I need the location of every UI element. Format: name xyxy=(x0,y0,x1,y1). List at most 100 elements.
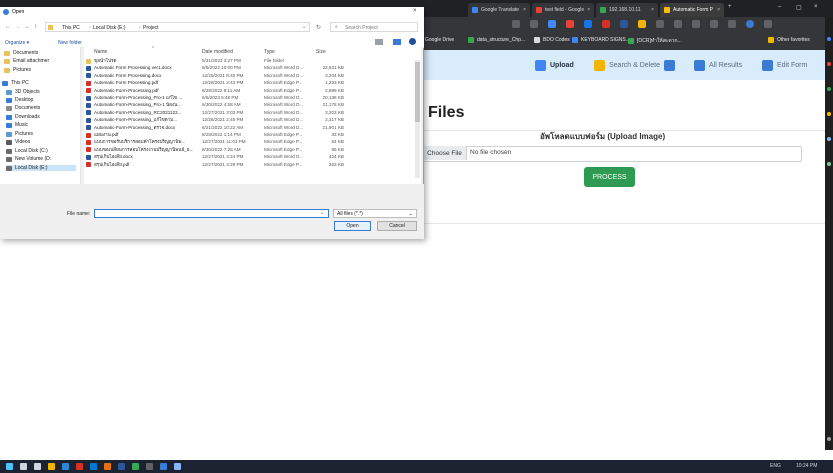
organize-button[interactable]: Organize ▾ xyxy=(5,40,29,46)
file-row[interactable]: Automatic-Form-Processing_Pro-1 แก้ไข ..… xyxy=(86,95,376,102)
scrollbar-thumb[interactable] xyxy=(415,62,420,122)
column-header-date[interactable]: Date modified xyxy=(202,49,233,55)
app-icon[interactable] xyxy=(146,463,153,470)
sidebar-toggle-icon[interactable] xyxy=(728,20,736,28)
dialog-close-icon[interactable]: × xyxy=(413,8,417,14)
open-button[interactable]: Open xyxy=(334,221,371,231)
file-row[interactable]: สรุปเก็บไอเดีย.docx 12/27/2021 3:24 PM Mic… xyxy=(86,154,376,161)
edge-icon[interactable] xyxy=(62,463,69,470)
nav-pane-item[interactable]: New Volume (D: xyxy=(6,156,51,162)
nav-pane-item[interactable]: Desktop xyxy=(6,97,33,103)
help-icon[interactable] xyxy=(409,38,416,45)
file-row[interactable]: Automatic-Form-Processing_แก้ไขตาม... 12/… xyxy=(86,117,376,124)
settings-icon[interactable] xyxy=(827,437,831,441)
file-row[interactable]: แบบการขอรับบริการสอบค้าโครงปริญญานิพ... 1… xyxy=(86,139,376,146)
file-row[interactable]: Automatic-Form-Processing.pdf 8/28/2022 8… xyxy=(86,88,376,95)
close-icon[interactable]: × xyxy=(648,7,654,13)
sidebar-app-icon[interactable] xyxy=(827,137,831,141)
close-icon[interactable]: × xyxy=(714,7,720,13)
choose-file-button[interactable]: Choose File xyxy=(423,146,467,160)
refresh-icon[interactable] xyxy=(656,20,664,28)
new-folder-button[interactable]: New folder xyxy=(58,40,82,46)
breadcrumb-this-pc[interactable]: This PC xyxy=(62,25,80,31)
app-icon[interactable] xyxy=(174,463,181,470)
search-icon[interactable] xyxy=(20,463,27,470)
nav-edit-form[interactable]: Edit Form xyxy=(762,60,807,71)
extension-icon[interactable] xyxy=(638,20,646,28)
clock[interactable]: 10:24 PM xyxy=(796,463,817,469)
column-header-name[interactable]: Name xyxy=(94,49,107,55)
browser-essentials-icon[interactable] xyxy=(710,20,718,28)
nav-pane-item[interactable]: Videos xyxy=(6,139,30,145)
sidebar-app-icon[interactable] xyxy=(827,162,831,166)
extension-icon[interactable] xyxy=(602,20,610,28)
extension-icon[interactable] xyxy=(548,20,556,28)
file-row[interactable]: สรุปเก็บไอเดีย.pdf 12/27/2021 3:29 PM Micr… xyxy=(86,162,376,169)
file-type-filter[interactable]: All files (*.*) ⌄ xyxy=(333,209,417,218)
nav-pane-item[interactable]: Local Disk (C:) xyxy=(6,148,48,154)
extension-icon[interactable] xyxy=(620,20,628,28)
minimize-icon[interactable]: – xyxy=(778,4,781,10)
close-icon[interactable]: × xyxy=(584,7,590,13)
breadcrumb-project[interactable]: Project xyxy=(143,25,159,31)
windows-start-icon[interactable] xyxy=(6,463,13,470)
process-button[interactable]: PROCESS xyxy=(584,167,635,187)
bookmark-bdo-codes[interactable]: BDO Codes xyxy=(534,37,570,43)
nav-pane-item[interactable]: Downloads xyxy=(6,114,40,120)
sidebar-app-icon[interactable] xyxy=(827,87,831,91)
file-row[interactable]: ขุลน้ำโปรด 5/31/2023 3:27 PM File folder xyxy=(86,58,376,65)
nav-pane-item[interactable]: Music xyxy=(6,122,28,128)
address-bar[interactable] xyxy=(45,22,310,32)
file-row[interactable]: Automatic-Form-Processing_ตรวจ.docx 6/21/… xyxy=(86,125,376,132)
file-row[interactable]: แผนงาน.pdf 8/28/2022 1:14 PM Microsoft Edg… xyxy=(86,132,376,139)
maximize-icon[interactable]: ▢ xyxy=(796,4,802,11)
extension-icon[interactable] xyxy=(566,20,574,28)
star-icon[interactable] xyxy=(530,20,538,28)
task-view-icon[interactable] xyxy=(34,463,41,470)
language-indicator[interactable]: ENG xyxy=(770,463,781,469)
file-row[interactable]: แบบขอเปลี่ยนการสอบโครงงานปริญญานิพนธ์_อ.… xyxy=(86,147,376,154)
app-icon[interactable] xyxy=(90,463,97,470)
chevron-down-icon[interactable]: ⌄ xyxy=(302,24,306,30)
bookmark-ocr[interactable]: [OCR]ทำให้สะดวก... xyxy=(628,37,682,45)
view-options-icon[interactable] xyxy=(375,39,383,45)
bookmark-other-favorites[interactable]: Other favorites xyxy=(768,37,810,43)
close-icon[interactable]: × xyxy=(520,7,526,13)
more-options-icon[interactable] xyxy=(764,20,772,28)
forward-arrow-icon[interactable]: → xyxy=(15,24,21,30)
file-row[interactable]: Automatic Form Processing.pdf 12/28/2021 … xyxy=(86,80,376,87)
app-icon[interactable] xyxy=(160,463,167,470)
cancel-button[interactable]: Cancel xyxy=(377,221,417,231)
bookmark-data-structure[interactable]: data_structure_Chp... xyxy=(468,37,525,43)
profile-avatar[interactable] xyxy=(746,20,754,28)
window-close-icon[interactable]: × xyxy=(814,4,818,10)
nav-pane-item[interactable]: Documents xyxy=(4,50,38,56)
favorites-icon[interactable] xyxy=(674,20,682,28)
bookmark-google-drive[interactable]: Google Drive xyxy=(425,37,454,43)
sidebar-app-icon[interactable] xyxy=(827,112,831,116)
collections-icon[interactable] xyxy=(692,20,700,28)
extension-icon[interactable] xyxy=(512,20,520,28)
file-row[interactable]: Automatic Form Processing.docx 12/25/2021… xyxy=(86,73,376,80)
nav-pane-item[interactable]: Local Disk (E:) xyxy=(6,165,76,171)
extension-icon[interactable] xyxy=(584,20,592,28)
tab-test-field[interactable]: test field - Google × xyxy=(532,3,594,17)
back-arrow-icon[interactable]: ← xyxy=(5,24,11,30)
file-row[interactable]: Automatic Form Processing ver1.docx 6/5/2… xyxy=(86,65,376,72)
tab-ip-address[interactable]: 192.168.10.11 × xyxy=(596,3,658,17)
nav-pane-item[interactable]: Documents xyxy=(6,105,40,111)
column-header-size[interactable]: Size xyxy=(316,49,326,55)
nav-upload[interactable]: Upload xyxy=(535,60,574,71)
nav-all-results[interactable]: All Results xyxy=(694,60,742,71)
nav-pane-item[interactable]: Pictures xyxy=(4,67,31,73)
nav-pane-item[interactable]: Pictures xyxy=(6,131,33,137)
up-arrow-icon[interactable]: ↑ xyxy=(34,24,37,30)
new-tab-icon[interactable]: + xyxy=(728,4,732,10)
sidebar-app-icon[interactable] xyxy=(827,62,831,66)
file-row[interactable]: Automatic-Form-Processing_Pro-1 น้องน...… xyxy=(86,102,376,109)
nav-pane-item[interactable]: This PC xyxy=(2,80,29,86)
refresh-icon[interactable]: ↻ xyxy=(316,24,321,31)
file-name-input[interactable] xyxy=(94,209,329,218)
preview-pane-icon[interactable] xyxy=(393,39,401,45)
tab-google-translate[interactable]: Google Translate × xyxy=(468,3,530,17)
